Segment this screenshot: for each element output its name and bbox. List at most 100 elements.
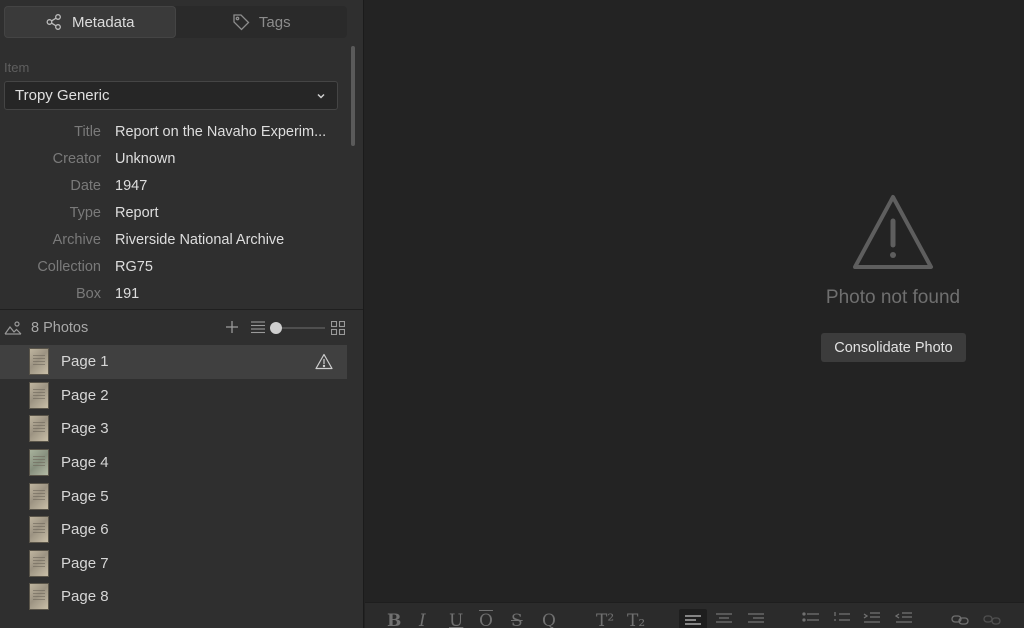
tab-metadata-label: Metadata: [71, 13, 135, 31]
photo-label: Page 2: [61, 386, 109, 404]
metadata-fields: Title Report on the Navaho Experim... Cr…: [0, 118, 350, 307]
panel-divider[interactable]: [0, 309, 363, 310]
photos-count: 8 Photos: [31, 320, 89, 336]
outdent-icon: [895, 612, 912, 623]
unlink-button[interactable]: [983, 611, 1001, 628]
bullet-list-button[interactable]: [802, 611, 820, 628]
photo-thumbnail: [29, 516, 49, 544]
photo-thumbnail: [29, 348, 49, 376]
strikethrough-button[interactable]: S: [511, 611, 523, 628]
link-button[interactable]: [951, 611, 969, 628]
zoom-slider-thumb[interactable]: [270, 322, 282, 334]
field-title[interactable]: Title Report on the Navaho Experim...: [0, 118, 350, 145]
italic-button[interactable]: I: [419, 611, 426, 628]
field-label: Creator: [52, 150, 101, 167]
field-type[interactable]: Type Report: [0, 199, 350, 226]
subscript-button[interactable]: T₂: [627, 611, 645, 628]
list-view-icon[interactable]: [251, 321, 265, 334]
align-center-button[interactable]: [715, 611, 733, 628]
overline-button[interactable]: O: [479, 611, 493, 628]
photo-thumbnail: [29, 583, 49, 611]
photos-icon: [4, 321, 22, 335]
list-item[interactable]: Page 1: [0, 345, 347, 379]
list-item[interactable]: Page 8: [0, 580, 347, 614]
consolidate-photo-button[interactable]: Consolidate Photo: [821, 333, 966, 362]
photos-header: 8 Photos: [0, 314, 355, 342]
photo-thumbnail: [29, 549, 49, 577]
field-value[interactable]: Report: [115, 205, 335, 221]
field-value[interactable]: 191: [115, 286, 335, 302]
align-right-button[interactable]: [747, 611, 765, 628]
photo-label: Page 3: [61, 420, 109, 438]
photo-thumbnail: [29, 381, 49, 409]
list-item[interactable]: Page 4: [0, 446, 347, 480]
blockquote-button[interactable]: Q: [542, 611, 556, 628]
list-item[interactable]: Page 6: [0, 513, 347, 547]
field-value[interactable]: 1947: [115, 178, 335, 194]
notes-toolbar: B I U O S Q T² T₂: [365, 602, 1024, 628]
field-label: Type: [69, 204, 101, 221]
field-label: Title: [74, 123, 101, 140]
photo-label: Page 6: [61, 521, 109, 539]
photo-list: Page 1 Page 2 Page 3 Page 4 Page 5 Page …: [0, 345, 347, 614]
list-item[interactable]: Page 3: [0, 412, 347, 446]
list-item[interactable]: Page 2: [0, 379, 347, 413]
tab-tags-label: Tags: [258, 13, 291, 31]
field-value[interactable]: RG75: [115, 259, 335, 275]
photo-label: Page 4: [61, 454, 109, 472]
align-center-icon: [716, 613, 732, 623]
field-value[interactable]: Unknown: [115, 151, 335, 167]
indent-button[interactable]: [863, 611, 881, 628]
share-nodes-icon: [46, 14, 61, 30]
bullet-list-icon: [802, 612, 819, 622]
list-item[interactable]: Page 7: [0, 547, 347, 581]
field-date[interactable]: Date 1947: [0, 172, 350, 199]
outdent-button[interactable]: [895, 611, 913, 628]
warning-icon: [853, 195, 933, 269]
list-item[interactable]: Page 5: [0, 479, 347, 513]
tab-metadata[interactable]: Metadata: [4, 6, 176, 38]
field-label: Box: [76, 285, 101, 302]
photo-label: Page 1: [61, 353, 109, 371]
template-select[interactable]: Tropy Generic: [4, 81, 338, 110]
field-value[interactable]: Riverside National Archive: [115, 232, 335, 248]
photo-thumbnail: [29, 415, 49, 443]
numbered-list-icon: [834, 612, 850, 621]
item-section-label: Item: [4, 60, 30, 75]
sidebar-panel: Metadata Tags Item Tropy Generic Title R…: [0, 0, 364, 628]
underline-button[interactable]: U: [449, 611, 463, 628]
panel-tabs: Metadata Tags: [4, 6, 347, 38]
photo-thumbnail: [29, 449, 49, 477]
photo-label: Page 8: [61, 588, 109, 606]
align-right-icon: [748, 613, 764, 623]
align-left-icon: [685, 615, 701, 625]
bold-button[interactable]: B: [387, 611, 401, 628]
superscript-button[interactable]: T²: [596, 611, 614, 628]
field-box[interactable]: Box 191: [0, 280, 350, 307]
link-icon: [951, 615, 969, 625]
numbered-list-button[interactable]: [833, 611, 851, 628]
photo-label: Page 7: [61, 554, 109, 572]
tag-icon: [233, 14, 250, 31]
tab-tags[interactable]: Tags: [176, 6, 348, 38]
plus-icon[interactable]: [225, 320, 239, 334]
field-collection[interactable]: Collection RG75: [0, 253, 350, 280]
field-label: Date: [70, 177, 101, 194]
template-select-value: Tropy Generic: [15, 87, 110, 104]
field-creator[interactable]: Creator Unknown: [0, 145, 350, 172]
field-archive[interactable]: Archive Riverside National Archive: [0, 226, 350, 253]
app-window: Metadata Tags Item Tropy Generic Title R…: [0, 0, 1024, 628]
photo-not-found-message: Photo not found: [825, 287, 961, 308]
metadata-scrollbar[interactable]: [351, 46, 355, 146]
photo-viewer: Photo not found: [365, 0, 1024, 602]
field-label: Collection: [37, 258, 101, 275]
align-left-button[interactable]: [679, 609, 707, 628]
unlink-icon: [983, 615, 1001, 625]
grid-view-icon[interactable]: [331, 321, 345, 335]
chevron-down-icon: [317, 93, 325, 99]
photo-thumbnail: [29, 482, 49, 510]
photo-label: Page 5: [61, 487, 109, 505]
field-value[interactable]: Report on the Navaho Experim...: [115, 124, 335, 140]
indent-icon: [863, 612, 880, 623]
field-label: Archive: [52, 231, 101, 248]
